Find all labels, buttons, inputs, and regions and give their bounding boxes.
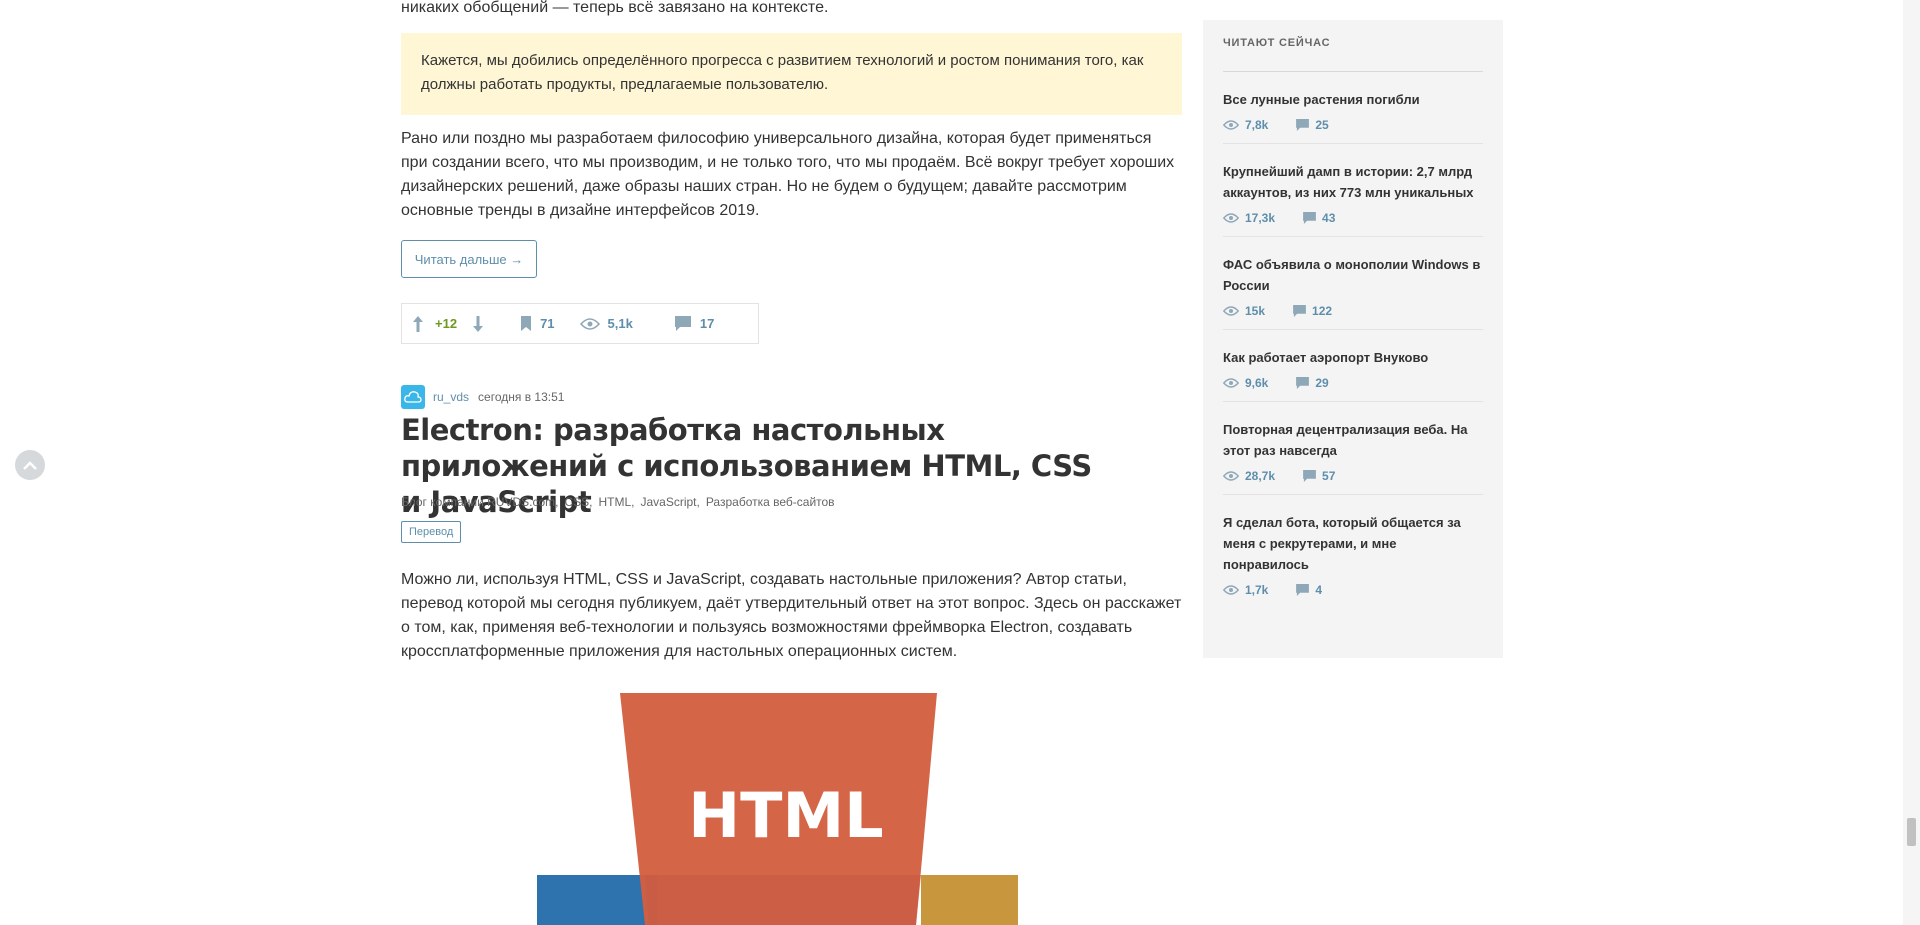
- eye-icon: [1223, 585, 1239, 595]
- comments-count: 29: [1315, 376, 1329, 390]
- eye-icon: [1223, 378, 1239, 388]
- trending-item-stats: 28,7k 57: [1223, 469, 1483, 483]
- post-stats-bar: +12 71 5,1k 17: [401, 303, 759, 344]
- post-meta: ru_vds сегодня в 13:51: [401, 385, 564, 409]
- bookmark-count: 71: [540, 316, 555, 331]
- comment-icon: [1293, 305, 1306, 317]
- trending-item-stats: 15k 122: [1223, 304, 1483, 318]
- comments-counter[interactable]: 4: [1296, 583, 1322, 597]
- comments-counter[interactable]: 29: [1296, 376, 1329, 390]
- comment-icon: [1303, 470, 1316, 482]
- views-count: 5,1k: [607, 316, 633, 331]
- comments-counter[interactable]: 122: [1293, 304, 1332, 318]
- comment-icon: [1296, 377, 1310, 389]
- comment-icon: [674, 316, 691, 331]
- trending-item-title[interactable]: Я сделал бота, который общается за меня …: [1223, 512, 1483, 575]
- views-count: 28,7k: [1245, 469, 1276, 483]
- trending-item-title[interactable]: Повторная децентрализация веба. На этот …: [1223, 419, 1483, 461]
- trending-item-stats: 7,8k 25: [1223, 118, 1483, 132]
- trending-item-title[interactable]: Как работает аэропорт Внуково: [1223, 347, 1483, 368]
- sidebar-title: ЧИТАЮТ СЕЙЧАС: [1223, 37, 1483, 72]
- comment-icon: [1303, 212, 1316, 224]
- illustration-label: HTML: [688, 779, 883, 852]
- comments-count: 17: [699, 316, 715, 331]
- comments-count: 4: [1315, 583, 1323, 597]
- comments-counter[interactable]: 43: [1303, 211, 1335, 225]
- trending-item-title[interactable]: ФАС объявила о монополии Windows в Росси…: [1223, 254, 1483, 296]
- trending-item-title[interactable]: Все лунные растения погибли: [1223, 89, 1483, 110]
- eye-icon: [579, 317, 600, 330]
- eye-icon: [1223, 471, 1239, 481]
- views-count: 9,6k: [1245, 376, 1269, 390]
- views-count: 7,8k: [1245, 118, 1269, 132]
- comment-icon: [1296, 584, 1310, 596]
- hub-link[interactable]: HTML,: [598, 495, 634, 509]
- hub-link[interactable]: Блог компании RUVDS.com,: [401, 495, 558, 509]
- views-counter: 5,1k: [579, 316, 633, 331]
- trending-item[interactable]: Крупнейший дамп в истории: 2,7 млрд акка…: [1223, 144, 1483, 237]
- tech-stack-illustration: HTML: [537, 693, 1018, 925]
- bookmark-icon: [521, 316, 532, 331]
- trending-item-stats: 17,3k 43: [1223, 211, 1483, 225]
- post-score: +12: [435, 316, 458, 331]
- scroll-to-top-button[interactable]: [15, 450, 45, 480]
- post-hubs: Блог компании RUVDS.com, CSS, HTML, Java…: [401, 495, 841, 509]
- trending-item[interactable]: Все лунные растения погибли 7,8k 25: [1223, 72, 1483, 144]
- post-time: сегодня в 13:51: [478, 390, 565, 404]
- comments-count: 122: [1312, 304, 1333, 318]
- eye-icon: [1223, 213, 1239, 223]
- views-count: 15k: [1245, 304, 1266, 318]
- comments-count: 43: [1322, 211, 1336, 225]
- chevron-up-icon: [23, 460, 37, 470]
- comments-count: 25: [1315, 118, 1329, 132]
- trending-item[interactable]: Повторная децентрализация веба. На этот …: [1223, 402, 1483, 495]
- comments-counter[interactable]: 57: [1303, 469, 1335, 483]
- article-text-fragment: никаких обобщений — теперь всё завязано …: [401, 0, 829, 16]
- translation-badge[interactable]: Перевод: [401, 521, 462, 543]
- highlight-quote: Кажется, мы добились определённого прогр…: [401, 33, 1182, 115]
- comments-link[interactable]: 17: [674, 316, 715, 331]
- eye-icon: [1223, 306, 1239, 316]
- article-preview-text: Можно ли, используя HTML, CSS и JavaScri…: [401, 571, 1182, 660]
- cloud-icon: [404, 391, 422, 403]
- article-illustration: HTML: [401, 690, 1182, 925]
- trending-item-stats: 1,7k 4: [1223, 583, 1483, 597]
- bookmark-button[interactable]: 71: [521, 316, 555, 331]
- hub-link[interactable]: CSS,: [564, 495, 592, 509]
- hub-link[interactable]: Разработка веб-сайтов: [706, 495, 835, 509]
- comments-count: 57: [1322, 469, 1336, 483]
- hub-link[interactable]: JavaScript,: [640, 495, 699, 509]
- eye-icon: [1223, 120, 1239, 130]
- page-scrollbar[interactable]: [1903, 0, 1920, 925]
- trending-item[interactable]: Я сделал бота, который общается за меня …: [1223, 495, 1483, 608]
- post-author[interactable]: ru_vds: [433, 390, 469, 404]
- upvote-icon[interactable]: [412, 315, 424, 333]
- company-logo[interactable]: [401, 385, 425, 409]
- views-count: 17,3k: [1245, 211, 1276, 225]
- views-count: 1,7k: [1245, 583, 1269, 597]
- article-preview-text: Рано или поздно мы разработаем философию…: [401, 130, 1175, 219]
- trending-item[interactable]: Как работает аэропорт Внуково 9,6k 29: [1223, 330, 1483, 402]
- trending-sidebar: ЧИТАЮТ СЕЙЧАС Все лунные растения погибл…: [1203, 20, 1503, 658]
- trending-item-title[interactable]: Крупнейший дамп в истории: 2,7 млрд акка…: [1223, 161, 1483, 203]
- read-more-button[interactable]: Читать дальше →: [401, 240, 537, 278]
- trending-item-stats: 9,6k 29: [1223, 376, 1483, 390]
- downvote-icon[interactable]: [472, 315, 484, 333]
- scrollbar-thumb[interactable]: [1907, 818, 1916, 846]
- comments-counter[interactable]: 25: [1296, 118, 1329, 132]
- trending-item[interactable]: ФАС объявила о монополии Windows в Росси…: [1223, 237, 1483, 330]
- comment-icon: [1296, 119, 1310, 131]
